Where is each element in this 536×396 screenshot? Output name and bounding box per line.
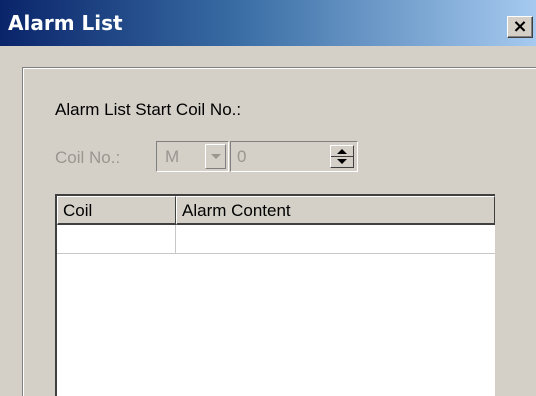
start-coil-label: Alarm List Start Coil No.: (55, 100, 242, 119)
close-button[interactable]: × (507, 16, 533, 38)
coil-type-value: M (165, 147, 180, 166)
column-header-coil[interactable]: Coil (57, 196, 176, 225)
alarm-list-table[interactable]: Coil Alarm Content (55, 194, 495, 396)
spin-divider (331, 156, 353, 157)
title-bar[interactable]: Alarm List × (0, 0, 536, 46)
coil-no-label: Coil No.: (55, 148, 121, 167)
table-row[interactable] (57, 225, 495, 254)
column-header-alarm-content[interactable]: Alarm Content (176, 196, 495, 225)
dropdown-arrow-icon[interactable] (205, 144, 226, 169)
window-title: Alarm List (8, 11, 123, 35)
alarm-list-dialog: Alarm List × Alarm List Start Coil No.: … (0, 0, 536, 396)
cell-divider (175, 225, 176, 254)
table-header: Coil Alarm Content (57, 196, 495, 225)
spin-buttons[interactable] (330, 145, 354, 168)
spin-up-icon[interactable] (337, 149, 347, 154)
coil-number-spinbox[interactable]: 0 (230, 141, 358, 172)
coil-number-value: 0 (237, 147, 247, 166)
coil-type-select[interactable]: M (156, 141, 229, 172)
spin-down-icon[interactable] (337, 159, 347, 164)
close-icon: × (512, 16, 528, 37)
